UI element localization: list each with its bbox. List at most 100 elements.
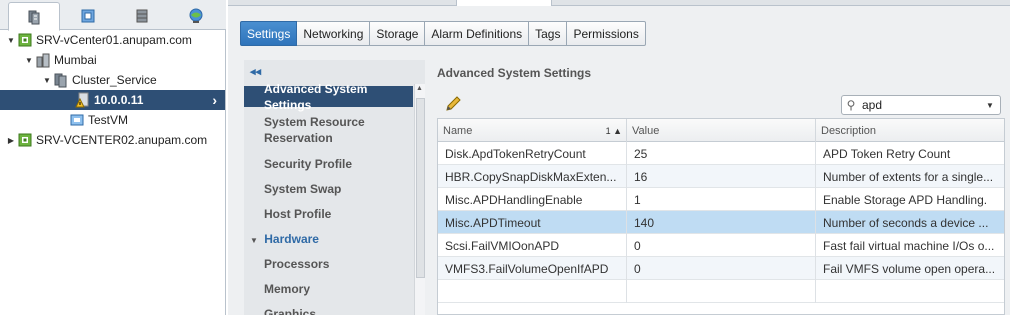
vcenter-icon [18, 33, 32, 47]
settings-item-memory[interactable]: Memory [264, 281, 414, 297]
collapse-double-left-icon[interactable]: ◂◂ [250, 65, 261, 78]
active-object-tab[interactable] [456, 0, 552, 6]
settings-item-host-profile[interactable]: Host Profile [264, 206, 414, 222]
tree-item-label: Cluster_Service [72, 73, 157, 87]
column-header-name[interactable]: Name 1 ▲ [438, 119, 627, 142]
tree-item-mumbai[interactable]: ▼ Mumbai [0, 50, 225, 70]
tree-item-label: SRV-vCenter01.anupam.com [36, 33, 192, 47]
subtab-permissions[interactable]: Permissions [567, 21, 646, 46]
subtab-storage[interactable]: Storage [370, 21, 426, 46]
tab-hosts-clusters[interactable] [8, 2, 60, 31]
panel-title: Advanced System Settings [437, 66, 592, 80]
settings-nav-list: ◂◂ Advanced System Settings System Resou… [244, 60, 425, 315]
column-header-label: Name [443, 124, 473, 137]
table-row-empty [438, 280, 1004, 303]
chevron-down-icon[interactable]: ▼ [986, 101, 1000, 110]
filter-search-input[interactable]: ⚲ apd ▼ [841, 95, 1001, 115]
cell-description: Fail VMFS volume open opera... [823, 261, 996, 276]
cell-name: Misc.APDTimeout [438, 211, 627, 234]
subtab-tags[interactable]: Tags [529, 21, 568, 46]
cell-name: Scsi.FailVMIOonAPD [438, 234, 627, 257]
vms-templates-icon [81, 9, 95, 23]
table-row-selected[interactable]: Misc.APDTimeout 140 Number of seconds a … [438, 211, 1004, 234]
cell-value: 25 [627, 142, 816, 165]
tree-item-cluster-service[interactable]: ▼ Cluster_Service [0, 70, 225, 90]
settings-item-graphics[interactable]: Graphics [264, 306, 414, 315]
scroll-up-icon[interactable]: ▲ [416, 85, 423, 92]
column-header-value[interactable]: Value [627, 119, 816, 142]
table-row[interactable]: Misc.APDHandlingEnable 1 Enable Storage … [438, 188, 1004, 211]
collapsed-arrow-icon[interactable]: ▶ [6, 135, 16, 145]
subtab-settings[interactable]: Settings [240, 21, 298, 46]
cell-description: Fast fail virtual machine I/Os o... [823, 238, 995, 253]
advanced-settings-panel: Advanced System Settings ⚲ apd ▼ Name 1 … [437, 60, 1005, 315]
settings-item-security-profile[interactable]: Security Profile [264, 156, 414, 172]
subtab-alarm-definitions[interactable]: Alarm Definitions [425, 21, 530, 46]
table-row[interactable]: Disk.ApdTokenRetryCount 25 APD Token Ret… [438, 142, 1004, 165]
settings-item-system-resource-reservation[interactable]: System Resource Reservation [264, 114, 414, 146]
tree-item-label: TestVM [88, 113, 129, 127]
settings-group-label: Hardware [264, 232, 319, 246]
cell-description: APD Token Retry Count [823, 146, 951, 161]
tree-item-vcenter01[interactable]: ▼ SRV-vCenter01.anupam.com [0, 30, 225, 50]
column-header-label: Description [821, 124, 877, 137]
cell-empty [816, 280, 1004, 303]
navigator-tabs [0, 0, 226, 31]
search-icon: ⚲ [846, 98, 856, 112]
cell-value: 0 [627, 234, 816, 257]
cell-value: 16 [627, 165, 816, 188]
table-row[interactable]: VMFS3.FailVolumeOpenIfAPD 0 Fail VMFS vo… [438, 257, 1004, 280]
cell-name: VMFS3.FailVolumeOpenIfAPD [438, 257, 627, 280]
column-header-description[interactable]: Description [816, 119, 1004, 142]
tree-item-label: SRV-VCENTER02.anupam.com [36, 133, 208, 147]
settings-table: Name 1 ▲ Value Description Disk.ApdToken… [437, 118, 1005, 315]
tree-item-testvm[interactable]: TestVM [0, 110, 225, 130]
sort-ascending-indicator: 1 ▲ [605, 125, 622, 136]
scrollbar-thumb[interactable] [416, 98, 425, 278]
tree-item-label: 10.0.0.11 [94, 93, 144, 107]
tree-item-vcenter02[interactable]: ▶ SRV-VCENTER02.anupam.com [0, 130, 225, 150]
cluster-icon [54, 73, 67, 88]
cell-name: Misc.APDHandlingEnable [438, 188, 627, 211]
table-header: Name 1 ▲ Value Description [438, 119, 1004, 142]
storage-icon [136, 9, 148, 23]
tab-networking[interactable] [170, 2, 222, 30]
cell-name: Disk.ApdTokenRetryCount [438, 142, 627, 165]
subtab-networking[interactable]: Networking [297, 21, 371, 46]
networking-icon [189, 8, 203, 23]
settings-nav-scrollbar[interactable]: ▲ [414, 84, 425, 315]
settings-item-processors[interactable]: Processors [264, 256, 414, 272]
cell-value: 0 [627, 257, 816, 280]
settings-group-hardware[interactable]: ▼ Hardware [250, 231, 400, 249]
cell-empty [627, 280, 816, 303]
cell-name: HBR.CopySnapDiskMaxExten... [438, 165, 627, 188]
hosts-clusters-icon [28, 10, 40, 24]
expanded-arrow-icon[interactable]: ▼ [6, 35, 16, 45]
tree-item-label: Mumbai [54, 53, 97, 67]
subtab-bar: Settings Networking Storage Alarm Defini… [240, 21, 646, 46]
column-header-label: Value [632, 124, 660, 137]
settings-item-advanced-system-settings[interactable]: Advanced System Settings [244, 82, 413, 112]
settings-item-system-swap[interactable]: System Swap [264, 181, 414, 197]
expanded-arrow-icon: ▼ [250, 236, 258, 245]
expanded-arrow-icon[interactable]: ▼ [42, 75, 52, 85]
content-pane: Settings Networking Storage Alarm Defini… [228, 0, 1010, 315]
filter-search-value: apd [862, 98, 883, 112]
datacenter-icon [36, 53, 50, 68]
expanded-arrow-icon[interactable]: ▼ [24, 55, 34, 65]
tab-storage[interactable] [116, 2, 168, 30]
cell-description: Number of extents for a single... [823, 169, 994, 184]
chevron-right-icon: › [212, 92, 217, 108]
tab-vms-templates[interactable] [62, 2, 114, 30]
tree-item-host-10-0-0-11[interactable]: 10.0.0.11 › [0, 90, 225, 110]
cell-empty [438, 280, 627, 303]
table-row[interactable]: HBR.CopySnapDiskMaxExten... 16 Number of… [438, 165, 1004, 188]
cell-description: Enable Storage APD Handling. [823, 192, 988, 207]
cell-description: Number of seconds a device ... [823, 215, 989, 230]
vcenter-icon [18, 133, 32, 147]
table-row[interactable]: Scsi.FailVMIOonAPD 0 Fast fail virtual m… [438, 234, 1004, 257]
object-tabs-strip [228, 0, 1010, 6]
vm-icon [70, 114, 84, 126]
edit-pencil-icon[interactable] [444, 96, 462, 112]
navigator-pane: ▼ SRV-vCenter01.anupam.com ▼ Mumbai ▼ Cl… [0, 0, 226, 315]
